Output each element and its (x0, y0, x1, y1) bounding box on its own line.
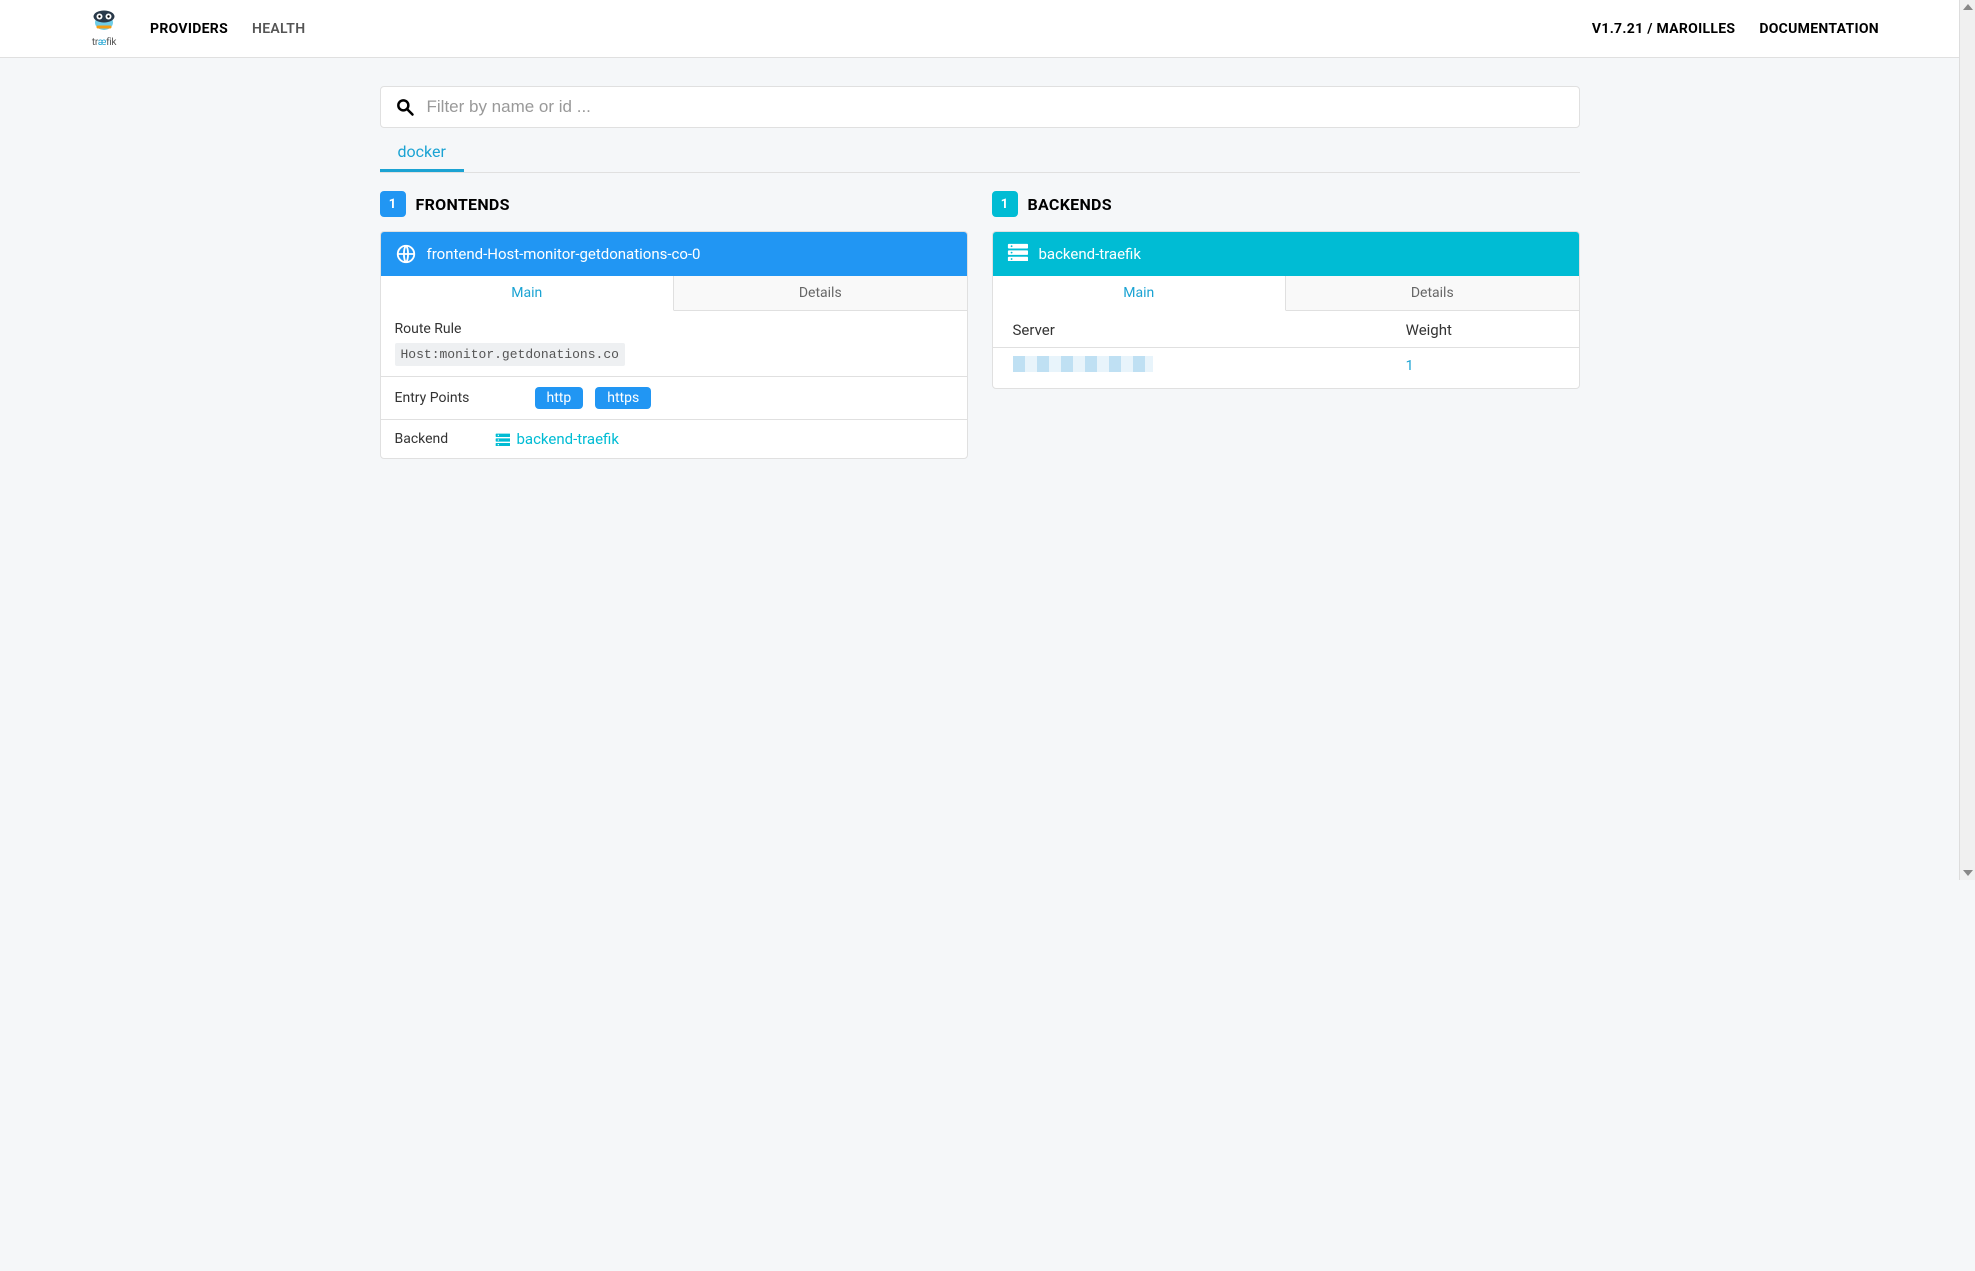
server-icon (495, 432, 511, 446)
frontend-tab-main[interactable]: Main (381, 276, 675, 311)
nav-documentation[interactable]: DOCUMENTATION (1759, 21, 1879, 37)
route-rule-label: Route Rule (395, 321, 953, 337)
entry-point-https: https (595, 387, 651, 409)
backends-title: BACKENDS (1028, 195, 1112, 214)
gopher-icon (89, 6, 119, 36)
frontends-title: FRONTENDS (416, 195, 510, 214)
backend-name: backend-traefik (1039, 245, 1141, 263)
server-url-redacted (1013, 356, 1153, 372)
backends-column: 1 BACKENDS (992, 191, 1580, 459)
window-scrollbar[interactable] (1959, 0, 1975, 880)
backend-server-row: 1 (993, 348, 1579, 388)
filter-box (380, 86, 1580, 128)
frontend-card-header: frontend-Host-monitor-getdonations-co-0 (381, 232, 967, 276)
server-weight: 1 (1406, 358, 1559, 374)
traefik-logo[interactable]: træfik (85, 6, 123, 52)
nav-version[interactable]: V1.7.21 / MAROILLES (1592, 21, 1735, 37)
scroll-up-icon (1963, 4, 1973, 10)
backend-card-header: backend-traefik (993, 232, 1579, 276)
entry-points-label: Entry Points (395, 390, 525, 406)
globe-icon (395, 243, 417, 265)
entry-point-http: http (535, 387, 584, 409)
nav-health[interactable]: HEALTH (252, 21, 305, 37)
frontend-tab-details[interactable]: Details (674, 276, 967, 310)
top-navbar: træfik PROVIDERS HEALTH V1.7.21 / MAROIL… (0, 0, 1959, 58)
filter-input[interactable] (427, 97, 1565, 117)
server-col-header: Server (1013, 321, 1406, 339)
route-rule-value: Host:monitor.getdonations.co (395, 343, 625, 366)
backend-link[interactable]: backend-traefik (495, 430, 619, 448)
frontends-column: 1 FRONTENDS frontend-Host-monitor-ge (380, 191, 968, 459)
backends-count-badge: 1 (992, 191, 1018, 217)
provider-tab-docker[interactable]: docker (380, 132, 464, 172)
backend-link-text: backend-traefik (517, 430, 619, 448)
weight-col-header: Weight (1406, 321, 1559, 339)
backend-label: Backend (395, 431, 485, 447)
server-stack-icon (1007, 243, 1029, 265)
frontend-card: frontend-Host-monitor-getdonations-co-0 … (380, 231, 968, 459)
frontends-count-badge: 1 (380, 191, 406, 217)
nav-providers[interactable]: PROVIDERS (150, 21, 228, 37)
backend-tab-details[interactable]: Details (1286, 276, 1579, 310)
scroll-down-icon (1963, 870, 1973, 876)
backend-card: backend-traefik Main Details Server Weig… (992, 231, 1580, 389)
search-icon (395, 97, 415, 117)
provider-tabs: docker (380, 132, 1580, 173)
frontend-name: frontend-Host-monitor-getdonations-co-0 (427, 245, 701, 263)
logo-text: træfik (92, 37, 116, 48)
backend-tab-main[interactable]: Main (993, 276, 1287, 311)
